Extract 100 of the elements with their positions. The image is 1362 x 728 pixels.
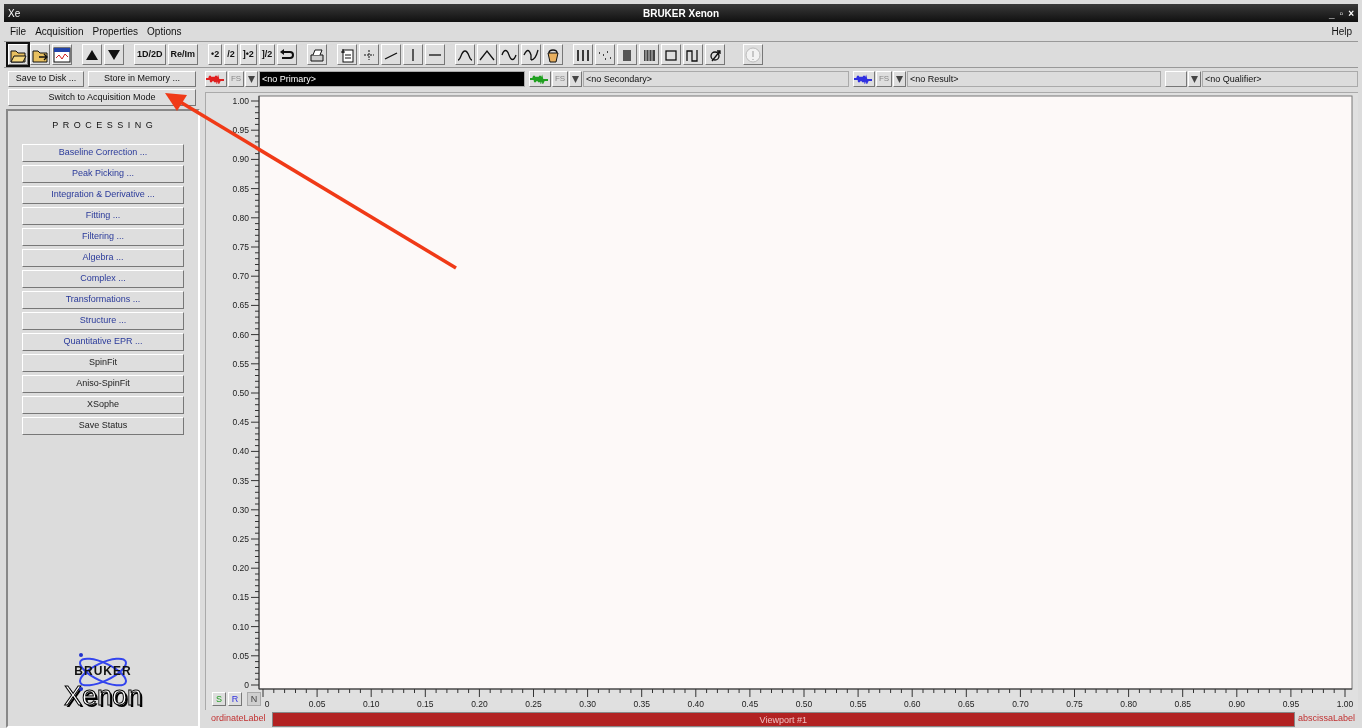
- toolbar-button[interactable]: [82, 44, 102, 65]
- grid-icon: [644, 49, 656, 61]
- toolbar-button[interactable]: [8, 44, 28, 65]
- viewport-bar: Viewport #1: [271, 711, 1295, 727]
- tick-label: 0.05: [232, 650, 249, 661]
- tick-label: 0.90: [1228, 699, 1246, 709]
- horizontal-line-icon: [428, 53, 443, 56]
- tick-label: 0.55: [849, 699, 867, 709]
- tick-label: 0.65: [232, 300, 249, 311]
- processing-button[interactable]: Complex ...: [22, 269, 184, 288]
- processing-button[interactable]: XSophe: [22, 395, 184, 414]
- toolbar-button[interactable]: [639, 44, 660, 65]
- processing-button[interactable]: Integration & Derivative ...: [22, 185, 184, 204]
- tick-label: 0.75: [232, 242, 249, 252]
- blank-button[interactable]: [1165, 71, 1187, 87]
- processing-button[interactable]: Quantitative EPR ...: [22, 332, 184, 351]
- peak-icon: [457, 49, 474, 61]
- tick-label: 0.30: [579, 699, 596, 709]
- dropdown-arrow-icon: [1191, 75, 1198, 83]
- maximize-button[interactable]: ▫: [1339, 5, 1344, 21]
- toolbar-button[interactable]: [521, 44, 542, 65]
- dataset-field[interactable]: <no Result>: [907, 71, 1161, 87]
- toolbar-button[interactable]: [683, 44, 704, 65]
- toolbar-button[interactable]: ]/2: [258, 44, 276, 65]
- view-button[interactable]: N: [247, 692, 261, 706]
- toolbar-button[interactable]: [455, 44, 476, 65]
- minimize-button[interactable]: _: [1329, 5, 1335, 21]
- toolbar-button[interactable]: /2: [224, 44, 238, 65]
- tick-label: 0.70: [1012, 699, 1029, 709]
- processing-button[interactable]: Transformations ...: [22, 290, 184, 309]
- dropdown-button[interactable]: [569, 71, 582, 87]
- processing-button[interactable]: Peak Picking ...: [22, 164, 184, 183]
- dropdown-button[interactable]: [1188, 71, 1201, 87]
- toolbar-button[interactable]: [543, 44, 564, 65]
- info-icon: [745, 47, 761, 62]
- toolbar-button[interactable]: Re/Im: [167, 44, 199, 65]
- data-window-icon: [53, 47, 71, 62]
- wave-icon: [501, 49, 518, 60]
- toolbar-button[interactable]: [425, 44, 446, 65]
- toolbar-button[interactable]: •2: [208, 44, 223, 65]
- folder-arrow-icon: [32, 50, 48, 62]
- toolbar-button[interactable]: [705, 44, 726, 65]
- phase-icon: [710, 49, 722, 62]
- undo-icon: [280, 48, 295, 59]
- menu-item[interactable]: Help: [1331, 24, 1352, 39]
- menu-item[interactable]: Properties: [92, 24, 139, 39]
- view-button[interactable]: R: [228, 692, 242, 706]
- action-button[interactable]: Store in Memory ...: [88, 71, 196, 87]
- processing-button[interactable]: SpinFit: [22, 353, 184, 372]
- toolbar-button[interactable]: [573, 44, 594, 65]
- toolbar-button[interactable]: [52, 44, 72, 65]
- toolbar-button[interactable]: [381, 44, 402, 65]
- panel-title: P R O C E S S I N G: [52, 119, 154, 132]
- tick-label: 0.05: [308, 699, 326, 709]
- toolbar-button[interactable]: [277, 44, 298, 65]
- tick-label: 0.80: [232, 212, 249, 223]
- menu-item[interactable]: Options: [147, 24, 182, 39]
- dropdown-button[interactable]: [893, 71, 906, 87]
- square-icon: [665, 49, 678, 61]
- dataset-field[interactable]: <no Secondary>: [583, 71, 849, 87]
- tick-label: 0.35: [232, 475, 249, 486]
- toolbar-button[interactable]: [661, 44, 682, 65]
- toolbar-button[interactable]: [30, 44, 50, 65]
- dropdown-button[interactable]: [245, 71, 258, 87]
- processing-button[interactable]: Baseline Correction ...: [22, 143, 184, 162]
- toolbar-button[interactable]: [477, 44, 498, 65]
- processing-button[interactable]: Structure ...: [22, 311, 184, 330]
- printer-icon: [310, 49, 324, 61]
- dataset-field[interactable]: <no Qualifier>: [1202, 71, 1358, 87]
- toolbar-button[interactable]: [337, 44, 358, 65]
- step-icon: [686, 48, 699, 62]
- toolbar-button[interactable]: [403, 44, 424, 65]
- switch-mode-button[interactable]: Switch to Acquisition Mode: [8, 89, 196, 106]
- tick-label: 0.80: [1120, 699, 1137, 709]
- toolbar-button[interactable]: ]•2: [239, 44, 257, 65]
- processing-button[interactable]: Algebra ...: [22, 248, 184, 267]
- menu-item[interactable]: Acquisition: [35, 24, 84, 39]
- processing-button[interactable]: Fitting ...: [22, 206, 184, 225]
- close-button[interactable]: ×: [1348, 5, 1354, 21]
- tick-label: 0.40: [232, 446, 249, 457]
- tick-label: 0.85: [1174, 699, 1191, 709]
- processing-button[interactable]: Filtering ...: [22, 227, 184, 246]
- processing-button[interactable]: Aniso-SpinFit: [22, 374, 184, 393]
- toolbar-button[interactable]: [617, 44, 638, 65]
- vertical-line-icon: [412, 47, 415, 62]
- window-title: BRUKER Xenon: [641, 6, 721, 21]
- dataset-field[interactable]: <no Primary>: [259, 71, 525, 87]
- toolbar-button[interactable]: [595, 44, 616, 65]
- processing-button[interactable]: Save Status: [22, 416, 184, 435]
- diagonal-line-icon: [384, 51, 399, 60]
- toolbar-button[interactable]: [499, 44, 520, 65]
- toolbar-button[interactable]: [307, 44, 328, 65]
- tick-label: 0.20: [471, 699, 488, 709]
- toolbar-button[interactable]: 1D/2D: [134, 44, 166, 65]
- axis-label: ordinateLabel: [210, 712, 267, 726]
- tick-label: 0.75: [1066, 699, 1083, 709]
- toolbar-button[interactable]: [104, 44, 124, 65]
- tick-label: 0.15: [232, 592, 249, 603]
- menu-item[interactable]: File: [10, 24, 27, 39]
- action-button[interactable]: Save to Disk ...: [8, 71, 84, 87]
